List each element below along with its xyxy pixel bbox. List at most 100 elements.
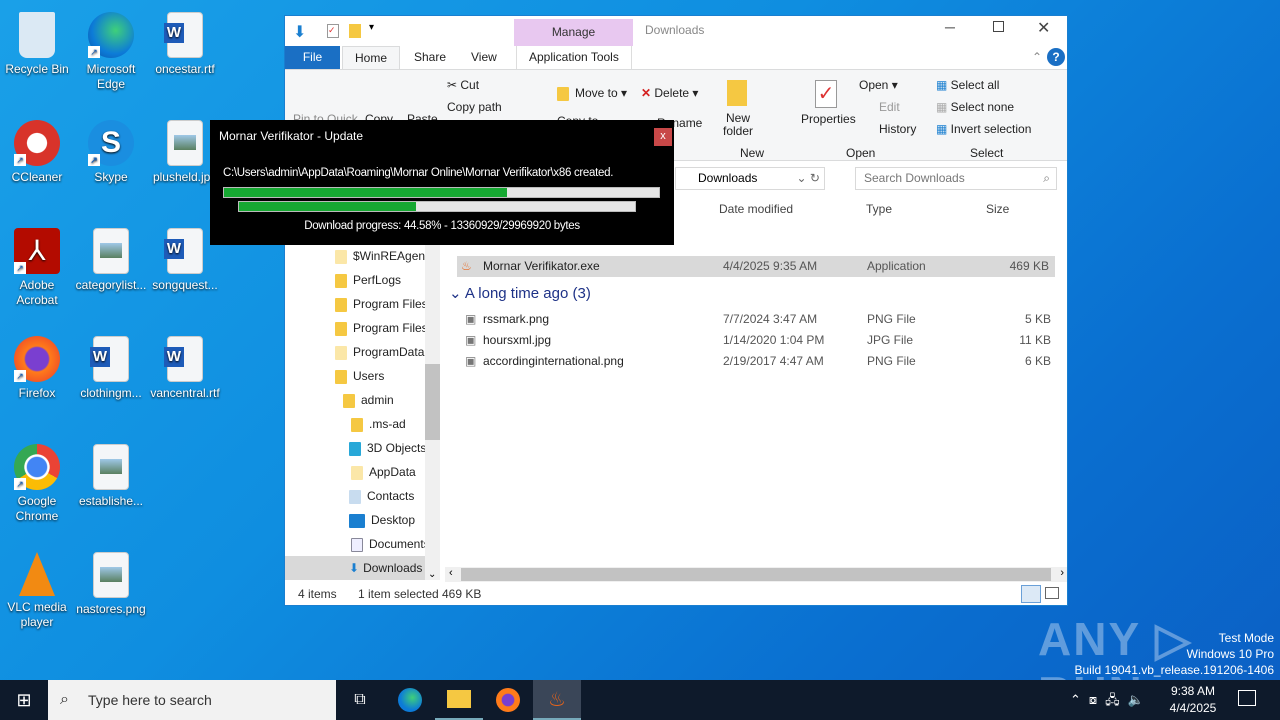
3d-objects-icon (349, 441, 361, 456)
nav-item-downloads[interactable]: ⬇ Downloads (285, 556, 425, 580)
search-placeholder: Type here to search (88, 692, 212, 708)
column-type[interactable]: Type (866, 202, 892, 216)
taskbar-search-box[interactable]: ⌕ Type here to search (48, 680, 336, 720)
nav-item[interactable]: Program Files (285, 316, 425, 340)
clock[interactable]: 9:38 AM 4/4/2025 (1160, 683, 1226, 717)
open-button[interactable]: Open ▾ (859, 78, 898, 92)
close-button[interactable]: ✕ (1037, 18, 1050, 38)
invert-selection-button[interactable]: ▦ Invert selection (936, 122, 1031, 136)
file-name: accordinginternational.png (483, 354, 624, 368)
nav-item[interactable]: Documents (285, 532, 425, 556)
desktop-icon-acrobat[interactable]: ⅄ ↗ Adobe Acrobat (0, 224, 74, 308)
column-size[interactable]: Size (986, 202, 1009, 216)
nav-item[interactable]: PerfLogs (285, 268, 425, 292)
minimize-button[interactable]: ─ (945, 19, 955, 35)
desktop-icon-ccleaner[interactable]: ↗ CCleaner (0, 116, 74, 185)
group-header[interactable]: ⌄ A long time ago (3) (449, 284, 591, 302)
desktop-icon-edge[interactable]: ↗ Microsoft Edge (74, 8, 148, 92)
image-file-icon (93, 228, 129, 274)
column-date-modified[interactable]: Date modified (719, 202, 793, 216)
nav-item[interactable]: AppData (285, 460, 425, 484)
tab-application-tools[interactable]: Application Tools (516, 46, 632, 69)
select-all-button[interactable]: ▦ Select all (936, 78, 999, 92)
nav-item[interactable]: 3D Objects (285, 436, 425, 460)
nav-label: Downloads (363, 561, 423, 575)
folder-icon (335, 249, 347, 264)
group-label-open: Open (846, 146, 876, 160)
nav-item[interactable]: admin (285, 388, 425, 412)
nav-item[interactable]: Users (285, 364, 425, 388)
file-row[interactable]: ▣ rssmark.png 7/7/2024 3:47 AM PNG File 5 KB (457, 309, 1057, 330)
desktop-icon-categorylist[interactable]: categorylist... (74, 224, 148, 293)
properties-button[interactable]: Properties (801, 112, 856, 126)
nav-item[interactable]: ProgramData (285, 340, 425, 364)
tab-share[interactable]: Share (402, 46, 458, 69)
history-button[interactable]: History (879, 122, 916, 136)
move-to-button[interactable]: Move to ▾ (557, 86, 627, 101)
system-tray-icons[interactable]: ⌃⧇🖧🔈 (1070, 691, 1152, 713)
tab-file[interactable]: File (285, 46, 340, 69)
windows-watermark: Test Mode Windows 10 Pro Build 19041.vb_… (1075, 630, 1275, 678)
collapse-ribbon-icon[interactable]: ⌃ (1032, 50, 1042, 64)
nav-item[interactable]: Contacts (285, 484, 425, 508)
download-arrow-icon: ⬇ (349, 561, 360, 575)
file-size: 5 KB (1024, 312, 1051, 326)
desktop-icon-recycle-bin[interactable]: Recycle Bin (0, 8, 74, 77)
cut-button[interactable]: ✂ Cut (447, 78, 479, 92)
maximize-button[interactable] (993, 21, 1004, 32)
desktop-icon-chrome[interactable]: ↗ Google Chrome (0, 440, 74, 524)
folder-icon (351, 465, 363, 480)
address-bar[interactable]: Downloads ⌄ ↻ (675, 167, 825, 190)
taskbar-edge[interactable] (386, 680, 434, 720)
nav-scrollbar[interactable]: ⌄ (425, 244, 440, 580)
search-input[interactable]: Search Downloads ⌕ (855, 167, 1057, 190)
desktop-icon-skype[interactable]: S ↗ Skype (74, 116, 148, 185)
taskbar-file-explorer[interactable] (435, 680, 483, 720)
start-button[interactable]: ⊞ (0, 680, 48, 720)
word-doc-icon (164, 336, 203, 382)
new-folder-button[interactable]: New folder (722, 112, 754, 138)
nav-item[interactable]: Desktop (285, 508, 425, 532)
horizontal-scrollbar[interactable]: ‹ › (445, 567, 1067, 582)
file-row-selected[interactable]: ♨ Mornar Verifikator.exe 4/4/2025 9:35 A… (457, 256, 1055, 277)
mornar-app-icon: ♨ (548, 688, 566, 711)
task-view-button[interactable]: ⧉ (336, 680, 384, 720)
desktop-icon-vlc[interactable]: VLC media player (0, 548, 74, 630)
nav-item[interactable]: Program Files (285, 292, 425, 316)
nav-label: Program Files (353, 321, 425, 335)
desktop-icon-nastores[interactable]: nastores.png (74, 548, 148, 617)
tab-home[interactable]: Home (342, 46, 401, 69)
desktop-icon-oncestar[interactable]: oncestar.rtf (148, 8, 222, 77)
cut-label: Cut (460, 78, 480, 92)
taskbar-firefox[interactable] (484, 680, 532, 720)
address-dropdown-icon[interactable]: ⌄ ↻ (797, 168, 820, 189)
edit-button[interactable]: Edit (879, 100, 900, 114)
file-row[interactable]: ▣ hoursxml.jpg 1/14/2020 1:04 PM JPG File 11… (457, 330, 1057, 351)
folder-qat-icon[interactable] (349, 24, 361, 38)
help-icon[interactable]: ? (1047, 48, 1065, 66)
delete-button[interactable]: ✕ Delete ▾ (641, 86, 698, 100)
file-name: rssmark.png (483, 312, 550, 326)
clock-time: 9:38 AM (1170, 684, 1216, 698)
nav-item[interactable]: $WinREAgent (285, 244, 425, 268)
notifications-icon[interactable] (1238, 690, 1256, 706)
properties-qat-icon[interactable]: ✓ (327, 24, 339, 38)
file-row[interactable]: ▣ accordinginternational.png 2/19/2017 4:4… (457, 351, 1057, 372)
move-to-label: Move to (575, 86, 618, 100)
desktop-icon-vancentral[interactable]: vancentral.rtf (148, 332, 222, 401)
qat-dropdown-icon[interactable]: ▾ (369, 22, 374, 33)
icon-label: plusheld.jpg (152, 170, 218, 184)
desktop-icon-firefox[interactable]: ↗ Firefox (0, 332, 74, 401)
details-view-button[interactable] (1021, 585, 1041, 603)
mornar-app-icon: ♨ (461, 259, 472, 273)
desktop-icon-establishe[interactable]: establishe... (74, 440, 148, 509)
copy-path-button[interactable]: Copy path (447, 100, 502, 114)
taskbar-mornar-verifikator[interactable]: ♨ (533, 680, 581, 720)
dialog-close-button[interactable]: x (654, 128, 672, 146)
select-none-button[interactable]: ▦ Select none (936, 100, 1014, 114)
large-icons-view-button[interactable] (1045, 587, 1059, 599)
tab-view[interactable]: View (459, 46, 509, 69)
nav-item[interactable]: .ms-ad (285, 412, 425, 436)
desktop-icon-clothingm[interactable]: clothingm... (74, 332, 148, 401)
recycle-bin-icon (19, 12, 55, 58)
